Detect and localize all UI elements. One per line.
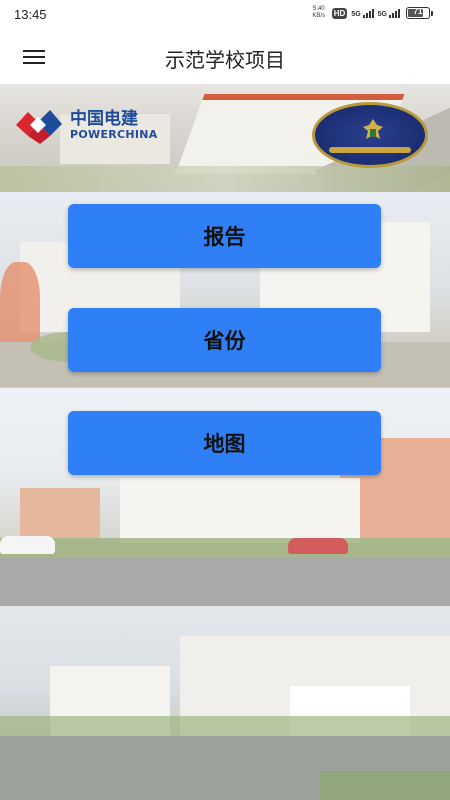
hd-voice-icon: HD	[331, 7, 348, 19]
page-title: 示范学校项目	[165, 48, 285, 72]
powerchina-mark-icon	[16, 110, 62, 144]
report-button[interactable]: 报告	[68, 204, 381, 268]
province-button[interactable]: 省份	[68, 308, 381, 372]
signal-icon-2: 5G	[378, 8, 400, 18]
eagle-emblem-icon	[363, 119, 383, 139]
map-button[interactable]: 地图	[68, 411, 381, 475]
ministry-emblem-logo	[312, 102, 428, 168]
powerchina-logo: 中国电建 POWERCHINA	[14, 106, 158, 144]
app-bar: 示范学校项目	[0, 30, 450, 84]
report-button-label: 报告	[203, 225, 246, 249]
school-rendering-image-3	[0, 606, 450, 800]
network-speed: 5.40 KB/s	[312, 6, 326, 19]
status-time: 13:45	[14, 7, 47, 22]
status-bar: 13:45 5.40 KB/s HD 5G 5G 71	[0, 0, 450, 30]
battery-icon: 71	[406, 7, 433, 19]
map-button-label: 地图	[203, 432, 246, 456]
status-icons: 5.40 KB/s HD 5G 5G 71	[310, 6, 433, 20]
signal-icon: 5G	[351, 8, 374, 18]
header-banner-image: 中国电建 POWERCHINA	[0, 84, 450, 192]
province-button-label: 省份	[203, 329, 246, 353]
